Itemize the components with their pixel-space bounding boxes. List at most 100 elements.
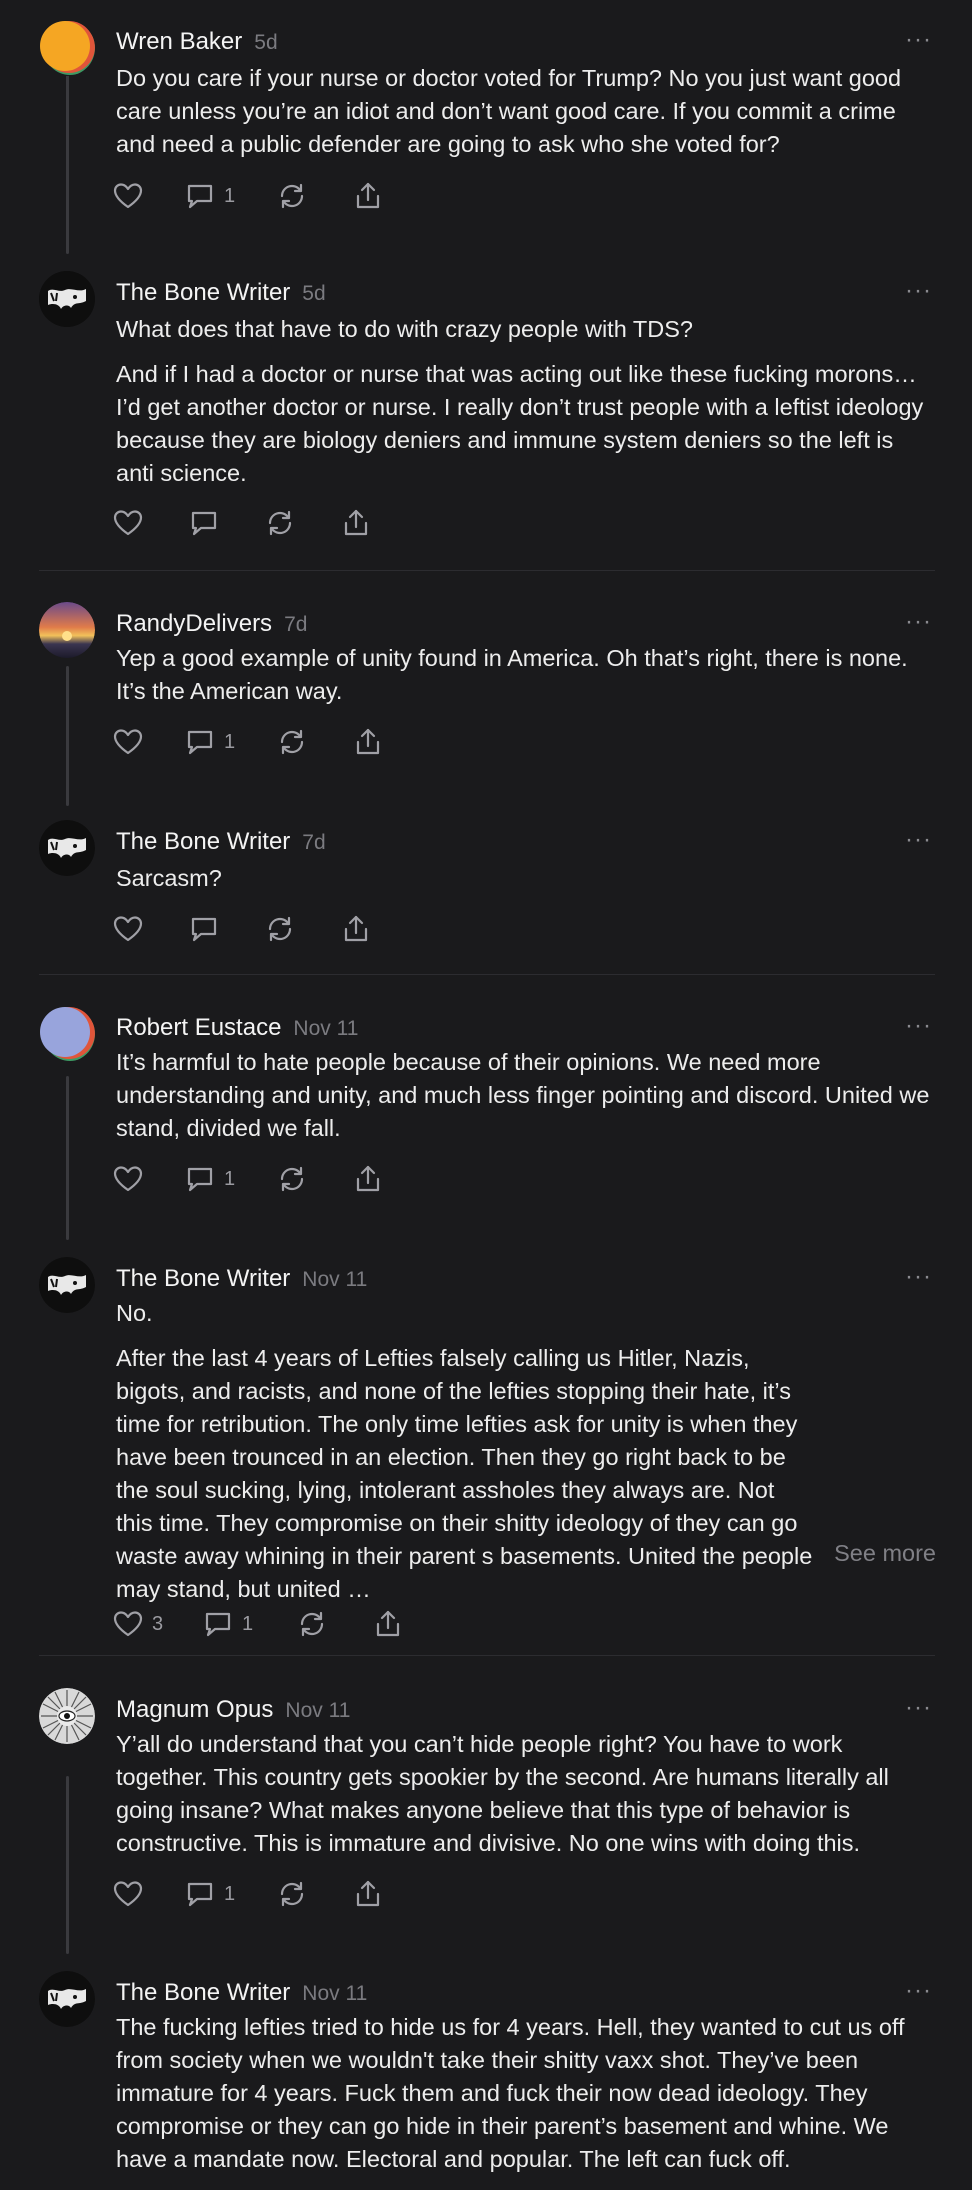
reply-button[interactable]: 1 [184,1163,235,1195]
reply-button[interactable] [188,913,220,945]
author-name[interactable]: RandyDelivers [116,610,272,638]
more-dots-icon[interactable]: ··· [905,1012,932,1040]
share-icon [352,726,384,758]
heart-icon [112,180,144,212]
reply-button[interactable]: 1 [184,726,235,758]
repost-button[interactable] [276,1878,308,1910]
comment-text: The fucking lefties tried to hide us for… [116,2014,905,2172]
like-button[interactable] [112,726,152,758]
more-dots-icon[interactable]: ··· [905,277,932,305]
reply-button[interactable]: 1 [184,1878,235,1910]
comment-text: No. [116,1300,153,1326]
timestamp: Nov 11 [302,1982,368,2005]
more-dots-icon[interactable]: ··· [905,1263,932,1291]
share-button[interactable] [352,726,384,758]
like-button[interactable] [112,180,152,212]
like-button[interactable] [112,1163,152,1195]
timestamp: Nov 11 [293,1017,359,1040]
thread-separator [39,1655,935,1656]
heart-icon [112,1608,144,1640]
share-button[interactable] [352,1878,384,1910]
reply-button[interactable]: 1 [184,180,235,212]
heart-icon [112,913,144,945]
avatar[interactable] [39,1006,95,1062]
avatar[interactable] [39,820,95,876]
see-more-link[interactable]: See more [834,1540,936,1567]
share-icon [352,180,384,212]
thread-line [66,1776,69,1954]
avatar[interactable] [39,20,95,76]
like-button[interactable] [112,1878,152,1910]
timestamp: Nov 11 [302,1268,368,1291]
repost-icon [296,1608,328,1640]
heart-icon [112,726,144,758]
author-name[interactable]: Magnum Opus [116,1696,273,1724]
timestamp: 7d [302,831,326,854]
repost-button[interactable] [276,180,308,212]
share-button[interactable] [340,507,372,539]
more-dots-icon[interactable]: ··· [905,608,932,636]
avatar[interactable] [39,1257,95,1313]
repost-icon [276,180,308,212]
comment-icon [188,507,220,539]
timestamp: 5d [254,31,278,54]
author-name[interactable]: The Bone Writer [116,1265,290,1293]
timestamp: 5d [302,282,326,305]
timestamp: 7d [284,613,308,636]
like-button[interactable]: 3 [112,1608,163,1640]
share-icon [372,1608,404,1640]
avatar[interactable] [39,1688,95,1744]
repost-icon [276,1878,308,1910]
avatar[interactable] [39,271,95,327]
share-button[interactable] [352,180,384,212]
like-button[interactable] [112,507,144,539]
share-button[interactable] [340,913,372,945]
thread-separator [39,974,935,975]
share-icon [352,1878,384,1910]
repost-button[interactable] [296,1608,328,1640]
heart-icon [112,1163,144,1195]
share-button[interactable] [352,1163,384,1195]
reply-count: 1 [224,730,236,753]
reply-count: 1 [224,184,236,207]
more-dots-icon[interactable]: ··· [905,1977,932,2005]
more-dots-icon[interactable]: ··· [905,26,932,54]
reply-button[interactable] [188,507,220,539]
share-button[interactable] [372,1608,404,1640]
timestamp: Nov 11 [285,1699,351,1722]
comment-text: It’s harmful to hate people because of t… [116,1049,930,1141]
repost-button[interactable] [264,913,296,945]
comment-text: And if I had a doctor or nurse that was … [116,361,924,486]
author-name[interactable]: The Bone Writer [116,1979,290,2007]
reply-count: 1 [224,1882,236,1905]
comment-text: Sarcasm? [116,865,222,891]
author-name[interactable]: The Bone Writer [116,828,290,856]
comment-icon [184,726,216,758]
author-name[interactable]: Wren Baker [116,28,242,56]
thread-separator [39,570,935,571]
repost-button[interactable] [276,726,308,758]
comment-text: What does that have to do with crazy peo… [116,316,693,342]
reply-button[interactable]: 1 [202,1608,253,1640]
author-name[interactable]: Robert Eustace [116,1014,281,1042]
repost-icon [276,726,308,758]
avatar[interactable] [39,602,95,658]
thread-line [66,1076,69,1240]
thread-line [66,666,69,806]
author-name[interactable]: The Bone Writer [116,279,290,307]
repost-button[interactable] [276,1163,308,1195]
comment-text: Y’all do understand that you can’t hide … [116,1731,889,1856]
comment-text: Yep a good example of unity found in Ame… [116,645,908,704]
repost-button[interactable] [264,507,296,539]
repost-icon [276,1163,308,1195]
comment-icon [184,1163,216,1195]
more-dots-icon[interactable]: ··· [905,826,932,854]
avatar[interactable] [39,1971,95,2027]
share-icon [340,913,372,945]
heart-icon [112,1878,144,1910]
comment-text: Do you care if your nurse or doctor vote… [116,65,902,157]
like-button[interactable] [112,913,144,945]
comment-icon [184,1878,216,1910]
share-icon [340,507,372,539]
more-dots-icon[interactable]: ··· [905,1694,932,1722]
